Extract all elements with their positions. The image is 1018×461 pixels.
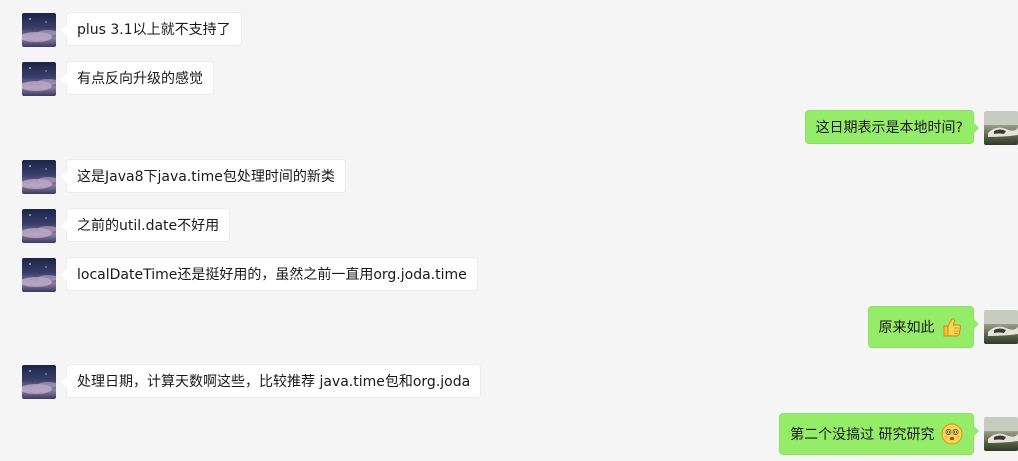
contact-avatar[interactable] — [22, 365, 56, 399]
contact-avatar[interactable] — [22, 160, 56, 194]
message-bubble[interactable]: 这是Java8下java.time包处理时间的新类 — [61, 159, 346, 193]
message-text: 第二个没搞过 研究研究 — [790, 427, 935, 443]
contact-avatar[interactable] — [22, 62, 56, 96]
my-avatar[interactable] — [984, 417, 1018, 451]
message-bubble[interactable]: 处理日期，计算天数啊这些，比较推荐 java.time包和org.joda — [60, 364, 482, 398]
message-text: 原来如此 — [878, 320, 935, 336]
message-bubble[interactable]: 有点反向升级的感觉 — [61, 61, 214, 95]
contact-avatar[interactable] — [22, 258, 56, 292]
thumbs-up-icon — [941, 316, 963, 338]
my-avatar[interactable] — [984, 111, 1018, 145]
message-bubble[interactable]: localDateTime还是挺好用的，虽然之前一直用org.joda.time — [61, 257, 478, 291]
message-bubble[interactable]: 原来如此 — [867, 306, 980, 348]
contact-avatar[interactable] — [22, 209, 56, 243]
my-avatar[interactable] — [984, 310, 1018, 344]
dizzy-face-icon — [941, 423, 963, 445]
message-bubble[interactable]: 第二个没搞过 研究研究 — [779, 413, 979, 455]
message-bubble[interactable]: 这日期表示是本地时间? — [804, 110, 980, 144]
contact-avatar[interactable] — [22, 13, 56, 47]
message-bubble[interactable]: 之前的util.date不好用 — [60, 208, 231, 242]
message-bubble[interactable]: plus 3.1以上就不支持了 — [61, 12, 242, 46]
